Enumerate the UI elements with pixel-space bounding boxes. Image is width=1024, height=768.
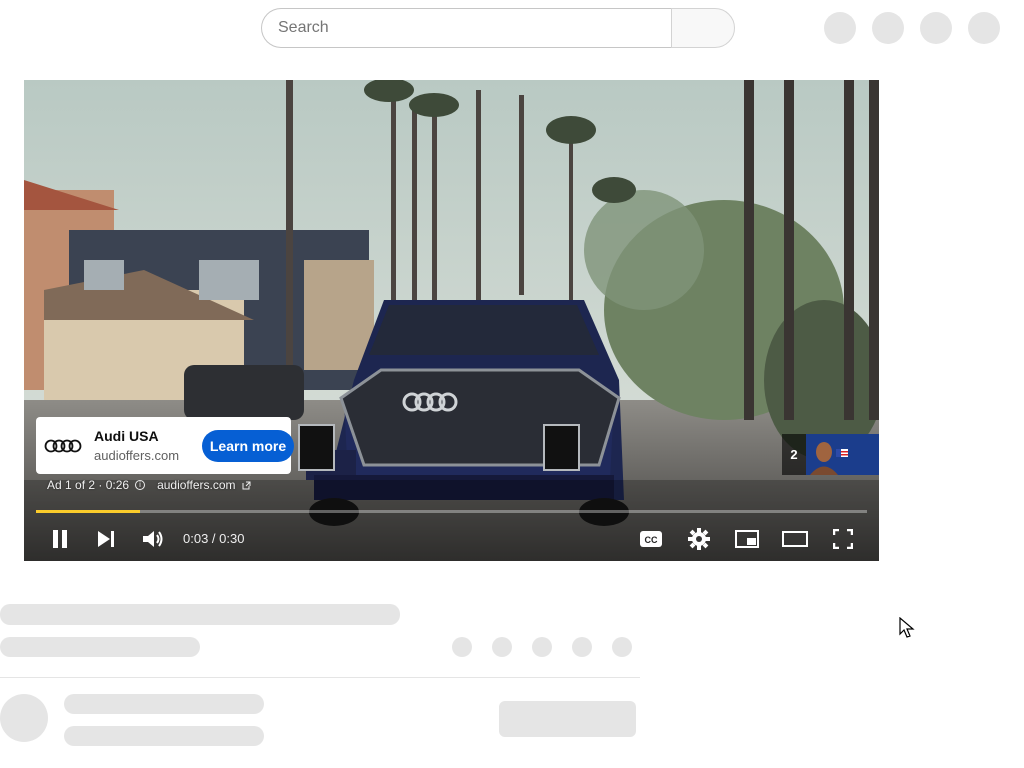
advertiser-domain: audioffers.com bbox=[94, 447, 180, 463]
subtitle-placeholder bbox=[0, 637, 200, 657]
info-icon[interactable]: i bbox=[135, 480, 146, 490]
title-placeholder bbox=[0, 604, 400, 625]
player-controls: 0:03 / 0:30 CC bbox=[24, 518, 879, 561]
search-button[interactable] bbox=[671, 8, 735, 48]
next-button[interactable] bbox=[92, 525, 120, 553]
external-link-icon bbox=[242, 481, 251, 489]
search-bar bbox=[261, 8, 735, 48]
advertiser-logo bbox=[40, 422, 86, 469]
mouse-cursor-icon bbox=[899, 617, 915, 638]
progress-played bbox=[36, 510, 140, 513]
settings-button[interactable] bbox=[685, 525, 713, 553]
theater-mode-button[interactable] bbox=[781, 525, 809, 553]
divider bbox=[0, 677, 640, 678]
channel-subs-placeholder bbox=[64, 726, 264, 746]
video-player[interactable]: Audi USA audioffers.com Learn more Ad 1 … bbox=[24, 80, 879, 561]
audi-rings-icon bbox=[44, 439, 82, 452]
fullscreen-icon bbox=[833, 529, 853, 549]
ad-text: Audi USA audioffers.com bbox=[94, 427, 179, 465]
header-icon-placeholder[interactable] bbox=[968, 12, 1000, 44]
next-ad-thumbnail bbox=[806, 434, 879, 475]
time-display: 0:03 / 0:30 bbox=[183, 531, 245, 546]
subscribe-button-placeholder bbox=[499, 701, 636, 737]
progress-bar[interactable] bbox=[36, 510, 867, 513]
header-icon-placeholder[interactable] bbox=[920, 12, 952, 44]
action-placeholder bbox=[572, 637, 592, 657]
ad-counter: Ad 1 of 2 · 0:26 bbox=[47, 478, 130, 492]
ad-info-row: Ad 1 of 2 · 0:26 i audioffers.com bbox=[47, 478, 251, 492]
svg-text:CC: CC bbox=[645, 535, 658, 545]
captions-button[interactable]: CC bbox=[637, 525, 665, 553]
volume-icon bbox=[143, 531, 163, 547]
header-icon-placeholder[interactable] bbox=[824, 12, 856, 44]
action-placeholder bbox=[492, 637, 512, 657]
action-placeholder bbox=[532, 637, 552, 657]
miniplayer-icon bbox=[735, 530, 759, 548]
fullscreen-button[interactable] bbox=[829, 525, 857, 553]
ad-meta-domain-link[interactable]: audioffers.com bbox=[157, 478, 236, 492]
channel-name-placeholder bbox=[64, 694, 264, 714]
page: Audi USA audioffers.com Learn more Ad 1 … bbox=[0, 0, 1024, 768]
advertiser-name: Audi USA bbox=[94, 427, 159, 444]
pause-button[interactable] bbox=[46, 525, 74, 553]
channel-avatar-placeholder bbox=[0, 694, 48, 742]
captions-icon: CC bbox=[640, 531, 662, 547]
header-icon-placeholder[interactable] bbox=[872, 12, 904, 44]
action-placeholder bbox=[612, 637, 632, 657]
volume-button[interactable] bbox=[139, 525, 167, 553]
next-ad-count: 2 bbox=[782, 434, 806, 475]
action-placeholder bbox=[452, 637, 472, 657]
next-ad-preview[interactable]: 2 bbox=[782, 434, 879, 475]
next-icon bbox=[98, 531, 114, 547]
learn-more-button[interactable]: Learn more bbox=[202, 430, 294, 462]
search-input[interactable] bbox=[261, 8, 671, 48]
theater-icon bbox=[782, 531, 808, 547]
settings-icon bbox=[688, 528, 710, 550]
miniplayer-button[interactable] bbox=[733, 525, 761, 553]
pause-icon bbox=[53, 530, 67, 548]
